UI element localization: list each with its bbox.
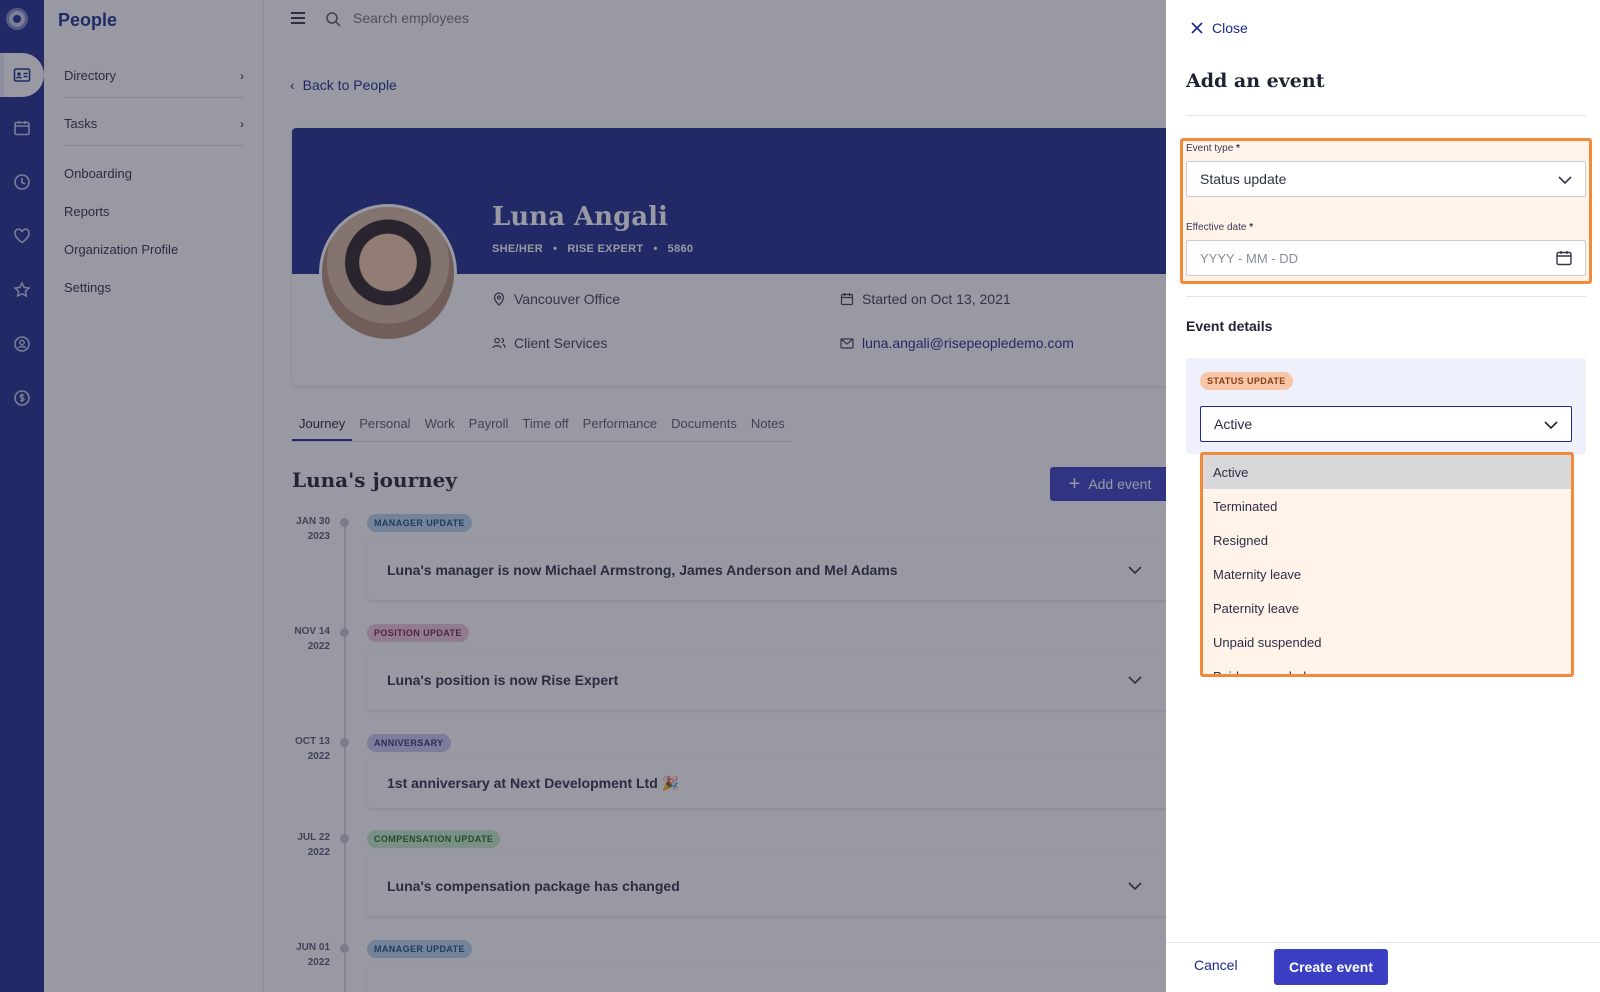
calendar-icon[interactable] [1555,249,1573,267]
date-placeholder: YYYY - MM - DD [1200,250,1298,266]
event-type-label: Event type * [1186,143,1240,154]
close-label: Close [1212,20,1248,36]
status-select-value: Active [1214,416,1253,432]
drawer-title: Add an event [1186,70,1325,92]
status-option-maternity-leave[interactable]: Maternity leave [1203,557,1571,591]
divider [1186,115,1586,116]
status-select[interactable]: Active [1200,406,1572,442]
status-dropdown-list: Active Terminated Resigned Maternity lea… [1200,452,1574,677]
divider [1186,296,1586,297]
effective-date-field[interactable]: YYYY - MM - DD [1186,240,1586,276]
effective-date-label: Effective date * [1186,222,1254,233]
status-option-terminated[interactable]: Terminated [1203,489,1571,523]
close-icon [1191,22,1203,34]
event-type-select[interactable]: Status update [1186,161,1586,197]
create-event-button[interactable]: Create event [1274,949,1388,985]
status-option-paid-suspended[interactable]: Paid suspended [1203,659,1571,675]
chevron-down-icon [1558,176,1572,185]
cancel-button[interactable]: Cancel [1194,957,1238,973]
status-option-unpaid-suspended[interactable]: Unpaid suspended [1203,625,1571,659]
status-option-resigned[interactable]: Resigned [1203,523,1571,557]
status-badge: STATUS UPDATE [1200,372,1293,390]
event-details-box: STATUS UPDATE Active [1186,358,1586,454]
status-option-active[interactable]: Active [1203,455,1571,489]
event-type-value: Status update [1200,171,1287,187]
close-button[interactable]: Close [1190,20,1248,36]
modal-backdrop[interactable] [0,0,1166,992]
chevron-down-icon [1544,421,1558,430]
status-option-paternity-leave[interactable]: Paternity leave [1203,591,1571,625]
event-details-title: Event details [1186,318,1273,334]
drawer-footer: Cancel Create event [1166,942,1600,992]
